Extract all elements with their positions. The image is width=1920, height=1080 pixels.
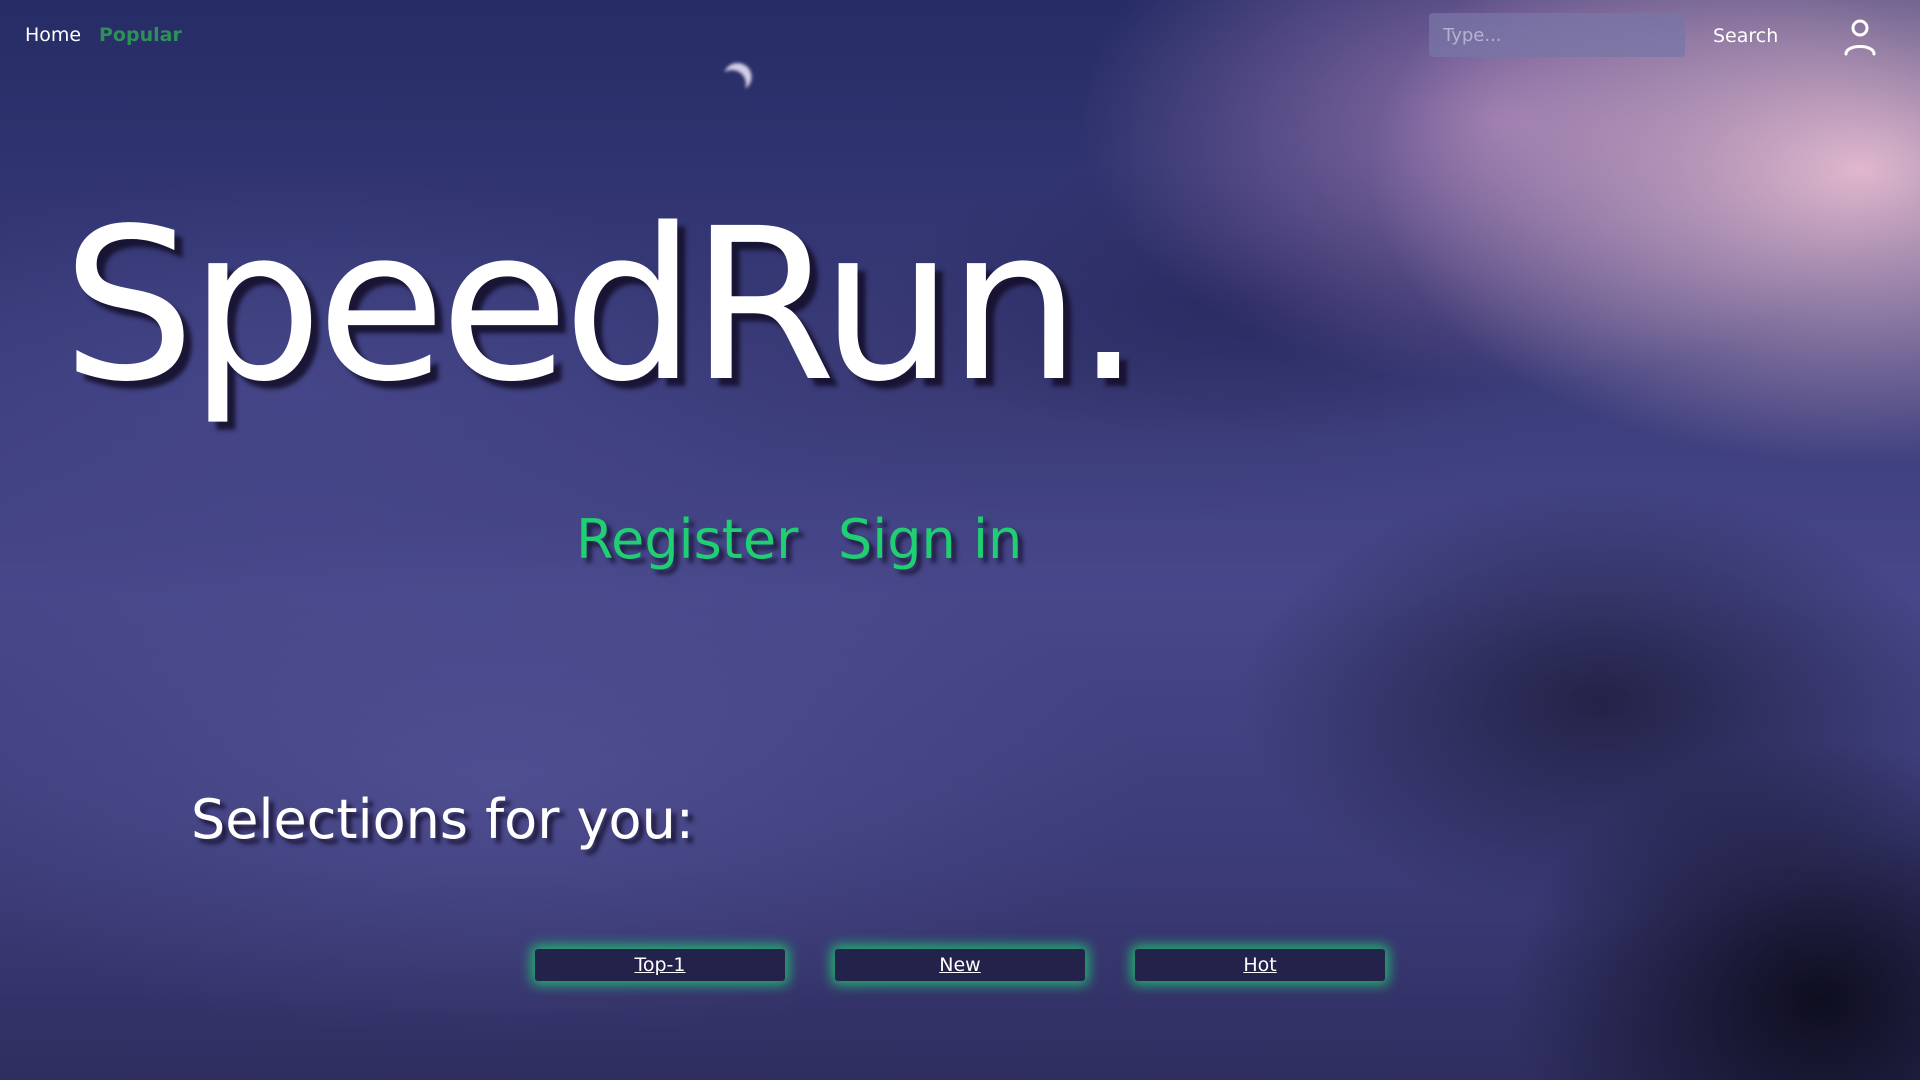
search-input[interactable] — [1429, 13, 1685, 57]
user-icon[interactable] — [1838, 16, 1882, 56]
sign-in-link[interactable]: Sign in — [838, 508, 1022, 572]
selection-button-top-1[interactable]: Top-1 — [535, 949, 785, 981]
user-icon-graphic — [1844, 19, 1876, 56]
register-link[interactable]: Register — [576, 508, 798, 572]
hero-title: SpeedRun. — [62, 183, 1142, 428]
search-button[interactable]: Search — [1705, 22, 1786, 50]
top-nav-bar: Home Popular Search — [0, 0, 1920, 72]
nav-home-link[interactable]: Home — [25, 24, 81, 46]
nav-popular-link[interactable]: Popular — [99, 24, 182, 46]
selection-button-new[interactable]: New — [835, 949, 1085, 981]
selections-heading: Selections for you: — [191, 788, 694, 851]
selection-button-hot[interactable]: Hot — [1135, 949, 1385, 981]
